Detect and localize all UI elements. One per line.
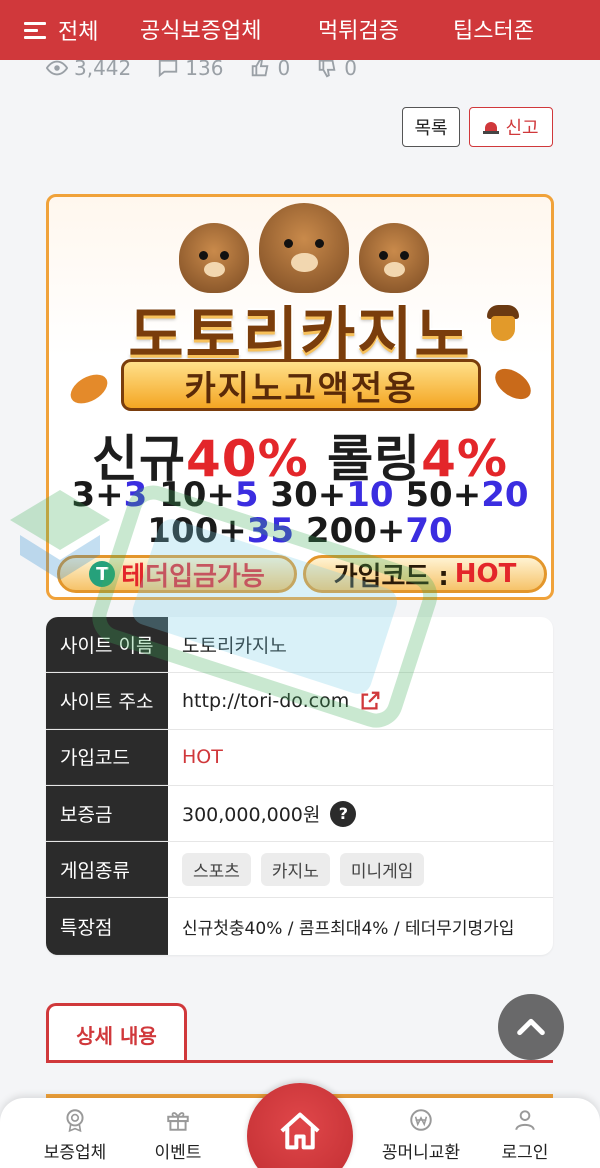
info-row-site-name: 사이트 이름 도토리카지노 [46, 617, 553, 674]
banner-bonus-table: 3+3 10+5 30+10 50+20 100+35 200+70 [49, 477, 551, 549]
bonus-segment: 10+ [147, 475, 235, 515]
report-button[interactable]: 신고 [469, 107, 553, 147]
report-label: 신고 [505, 118, 539, 139]
site-url-value[interactable]: http://tori-do.com [168, 673, 553, 728]
comment-icon [159, 59, 178, 78]
info-row-game-types: 게임종류 스포츠 카지노 미니게임 [46, 842, 553, 899]
bottom-nav-partners[interactable]: 보증업체 [30, 1106, 120, 1163]
game-tag: 스포츠 [182, 853, 251, 887]
banner-ribbon: 카지노고액전용 [121, 359, 481, 411]
info-label: 사이트 이름 [46, 617, 168, 673]
external-link-icon[interactable] [359, 690, 381, 712]
bonus-segment: 5 [234, 475, 259, 515]
hamburger-menu-icon [24, 21, 46, 39]
join-code-value: HOT [182, 746, 223, 769]
game-types-value: 스포츠 카지노 미니게임 [168, 842, 553, 897]
home-icon [280, 1112, 320, 1150]
site-name-value: 도토리카지노 [182, 635, 287, 658]
bonus-segment: 3+ [71, 475, 124, 515]
bonus-segment: 3 [123, 475, 148, 515]
info-label: 사이트 주소 [46, 673, 168, 729]
top-navigation: 전체 공식보증업체 먹튀검증 팁스터존 [0, 0, 600, 60]
bottom-nav-label: 이벤트 [154, 1143, 202, 1163]
nav-item-official-partners[interactable]: 공식보증업체 [140, 13, 261, 45]
bonus-segment: 50+ [393, 475, 482, 515]
bonus-segment: 30+ [258, 475, 347, 515]
acorn-icon [487, 305, 519, 341]
list-button[interactable]: 목록 [402, 107, 460, 147]
info-row-deposit: 보증금 300,000,000원 ? [46, 785, 553, 843]
eye-icon [46, 60, 68, 76]
game-tag: 카지노 [260, 853, 330, 887]
bonus-line-2: 100+35 200+70 [49, 513, 551, 549]
bonus-segment: 10 [346, 475, 394, 515]
game-tag: 미니게임 [339, 853, 425, 887]
medal-icon [66, 1109, 84, 1133]
user-icon [515, 1110, 535, 1131]
bonus-segment: 70 [405, 511, 453, 551]
nav-item-tipster-zone[interactable]: 팁스터존 [453, 13, 534, 45]
bottom-nav-login[interactable]: 로그인 [480, 1106, 570, 1163]
tab-detail-content[interactable]: 상세 내용 [46, 1003, 187, 1063]
deposit-value-cell: 300,000,000원 ? [168, 786, 553, 841]
thumbs-up-icon [252, 58, 269, 77]
bonus-line-1: 3+3 10+5 30+10 50+20 [49, 477, 551, 513]
bottom-nav-label: 꽁머니교환 [381, 1143, 461, 1163]
info-label: 가입코드 [46, 729, 168, 785]
scroll-to-top-button[interactable] [498, 994, 564, 1060]
bottom-nav-label: 보증업체 [43, 1143, 107, 1163]
bottom-nav-events[interactable]: 이벤트 [133, 1106, 223, 1163]
squirrel-mascots [179, 203, 429, 293]
info-label: 보증금 [46, 785, 168, 842]
nav-all-label: 전체 [58, 20, 99, 45]
tab-underline [46, 1060, 553, 1063]
deposit-value: 300,000,000원 [182, 804, 321, 827]
thumbs-down-icon [318, 59, 336, 78]
site-info-table: 사이트 이름 도토리카지노 사이트 주소 http://tori-do.com … [46, 617, 553, 955]
info-row-join-code: 가입코드 HOT [46, 729, 553, 786]
bottom-nav-label: 로그인 [501, 1143, 549, 1163]
bonus-segment: 20 [481, 475, 529, 515]
nav-all-menu[interactable]: 전체 [24, 14, 142, 46]
join-code-pill: 가입코드 : HOT [303, 555, 547, 593]
siren-icon [483, 120, 500, 134]
nav-item-scam-verification[interactable]: 먹튀검증 [318, 13, 399, 45]
bonus-segment: 35 [246, 511, 295, 551]
leaf-decoration [65, 368, 113, 410]
bonus-segment: 200+ [294, 511, 406, 551]
bonus-segment: 100+ [147, 511, 247, 551]
casino-banner[interactable]: 도토리카지노 카지노고액전용 신규40% 롤링4% 3+3 10+5 30+10… [46, 194, 554, 600]
bottom-nav-point-exchange[interactable]: 꽁머니교환 [376, 1106, 466, 1163]
tether-deposit-pill: T 테더입금가능 [57, 555, 297, 593]
gift-icon [167, 1112, 189, 1131]
info-label: 특장점 [46, 898, 168, 955]
help-icon[interactable]: ? [330, 800, 357, 827]
info-label: 게임종류 [46, 842, 168, 898]
site-url-link[interactable]: http://tori-do.com [182, 690, 349, 712]
info-row-site-url: 사이트 주소 http://tori-do.com [46, 673, 553, 730]
chevron-up-icon [517, 1018, 545, 1036]
features-value: 신규첫충40% / 콤프최대4% / 테더무기명가입 [182, 919, 515, 940]
info-row-features: 특장점 신규첫충40% / 콤프최대4% / 테더무기명가입 [46, 898, 553, 955]
tether-icon: T [89, 561, 116, 587]
won-coin-icon [410, 1109, 432, 1131]
